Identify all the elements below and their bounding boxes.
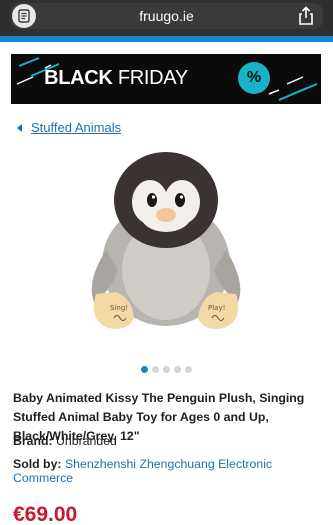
carousel-dot[interactable] bbox=[163, 366, 170, 373]
carousel-dot[interactable] bbox=[141, 366, 148, 373]
brand-key: Brand: bbox=[13, 434, 53, 448]
banner-word-black: BLACK bbox=[44, 67, 113, 89]
percent-badge-icon: % bbox=[238, 62, 270, 94]
breadcrumb: Stuffed Animals bbox=[17, 120, 121, 135]
brand-row: Brand: Unbranded bbox=[13, 434, 117, 448]
foot-label-right: Play! bbox=[208, 304, 225, 312]
product-image[interactable]: Sing! Play! bbox=[66, 142, 266, 342]
black-friday-banner[interactable]: BLACK FRIDAY % bbox=[11, 54, 321, 104]
share-icon[interactable] bbox=[297, 6, 315, 26]
seller-key: Sold by: bbox=[13, 457, 62, 471]
chevron-left-icon bbox=[17, 123, 22, 132]
carousel-dot[interactable] bbox=[174, 366, 181, 373]
breadcrumb-link-stuffed-animals[interactable]: Stuffed Animals bbox=[31, 120, 121, 135]
seller-row: Sold by: Shenzhenshi Zhengchuang Electro… bbox=[13, 457, 333, 485]
brand-value: Unbranded bbox=[56, 434, 117, 448]
product-price: €69.00 bbox=[13, 503, 78, 525]
browser-toolbar: fruugo.ie bbox=[0, 0, 333, 36]
site-header-accent bbox=[0, 36, 333, 42]
banner-title: BLACK FRIDAY bbox=[11, 67, 221, 90]
badge-text: % bbox=[246, 69, 262, 86]
foot-label-left: Sing! bbox=[110, 304, 128, 312]
image-carousel-dots bbox=[141, 366, 192, 373]
url-text[interactable]: fruugo.ie bbox=[10, 8, 323, 24]
address-bar[interactable]: fruugo.ie bbox=[10, 3, 323, 29]
banner-word-friday: FRIDAY bbox=[117, 67, 188, 89]
carousel-dot[interactable] bbox=[185, 366, 192, 373]
carousel-dot[interactable] bbox=[152, 366, 159, 373]
